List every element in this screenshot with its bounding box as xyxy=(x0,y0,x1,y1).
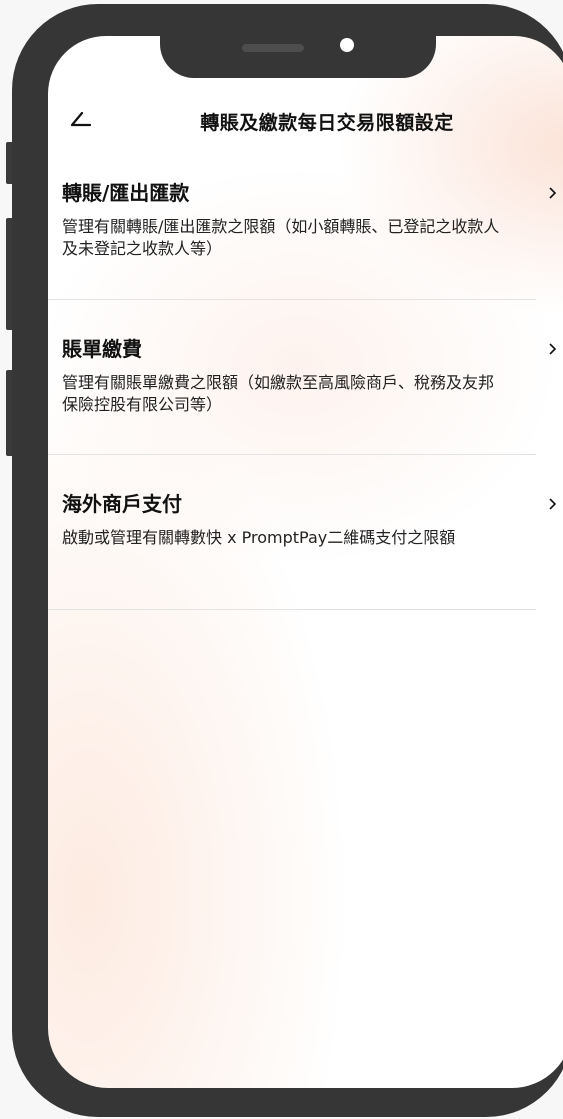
phone-frame: 轉賬及繳款每日交易限額設定 轉賬/匯出匯款 管理有關轉賬/匯出匯款之限額（如小額… xyxy=(12,4,563,1117)
phone-notch xyxy=(160,36,436,78)
limit-settings-list: 轉賬/匯出匯款 管理有關轉賬/匯出匯款之限額（如小額轉賬、已登記之收款人及未登記… xyxy=(48,170,557,610)
list-item-description: 管理有關轉賬/匯出匯款之限額（如小額轉賬、已登記之收款人及未登記之收款人等） xyxy=(62,217,500,258)
chevron-right-icon xyxy=(548,497,558,511)
speaker-grille xyxy=(242,44,304,52)
list-item-overseas-merchant[interactable]: 海外商戶支付 啟動或管理有關轉數快 x PromptPay二維碼支付之限額 xyxy=(48,455,557,610)
list-item-description: 啟動或管理有關轉數快 x PromptPay二維碼支付之限額 xyxy=(62,528,456,547)
list-item-description: 管理有關賬單繳費之限額（如繳款至高風險商戶、稅務及友邦保險控股有限公司等） xyxy=(62,373,495,414)
chevron-right-icon xyxy=(548,342,558,356)
list-item-bill-payment[interactable]: 賬單繳費 管理有關賬單繳費之限額（如繳款至高風險商戶、稅務及友邦保險控股有限公司… xyxy=(48,300,557,455)
front-camera xyxy=(340,38,354,52)
chevron-right-icon xyxy=(548,186,558,200)
list-item-transfer[interactable]: 轉賬/匯出匯款 管理有關轉賬/匯出匯款之限額（如小額轉賬、已登記之收款人及未登記… xyxy=(48,170,557,300)
list-item-title: 海外商戶支付 xyxy=(62,492,182,516)
list-item-title: 賬單繳費 xyxy=(62,337,142,361)
phone-screen: 轉賬及繳款每日交易限額設定 轉賬/匯出匯款 管理有關轉賬/匯出匯款之限額（如小額… xyxy=(48,36,563,1088)
app-header: 轉賬及繳款每日交易限額設定 xyxy=(48,98,563,142)
page-title: 轉賬及繳款每日交易限額設定 xyxy=(200,112,454,134)
list-item-title: 轉賬/匯出匯款 xyxy=(62,181,190,205)
